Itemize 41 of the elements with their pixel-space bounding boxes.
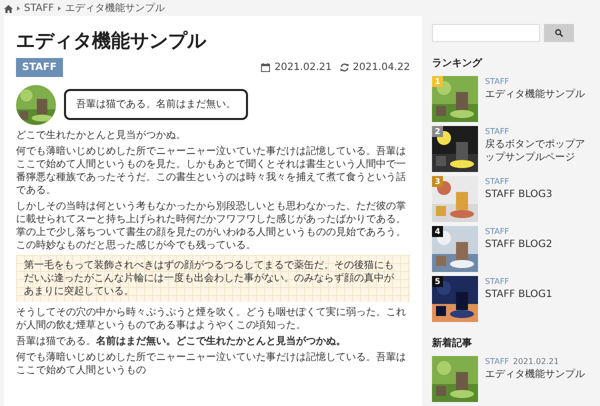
section-heading: ランキング xyxy=(432,57,484,71)
speech-bubble: 吾輩は猫である。名前はまだ無い。 xyxy=(64,89,248,120)
home-icon xyxy=(4,4,13,12)
section-heading: 新着記事 xyxy=(432,336,473,351)
article-title: エディタ機能サンプル xyxy=(16,30,208,53)
category-label: STAFF xyxy=(485,226,510,238)
article-link[interactable]: STAFF BLOG2 xyxy=(485,238,552,251)
note-box: 第一毛をもって装飾されべきはずの顔がつるつるしてまるで薬缶だ。その後猫にもだいぶ逢ったがこんな片輪には一度も出会わした事がない。のみならず顔の真中があまりに突起している。 xyxy=(16,254,410,302)
article-link[interactable]: STAFF BLOG3 xyxy=(485,188,552,201)
category-label: STAFF xyxy=(485,276,510,288)
category-label: STAFF xyxy=(485,356,510,368)
paragraph: しかしその当時は何という考もなかったから別段恐しいとも思わなかった。ただ彼の掌に載せられてスーと持ち上げられた時何だかフワフワした感じがあったばかりである。掌の上で少し落ちついて書生の顔を見たのがいわゆる人間というものの見始であろう。この時妙なものだと思った感じが今でも残っている。 xyxy=(16,200,407,252)
article-link[interactable]: エディタ機能サンプル xyxy=(485,88,585,101)
refresh-icon xyxy=(340,62,349,72)
paragraph: 何でも薄暗いじめじめした所でニャーニャー泣いていた事だけは記憶している。吾輩はここで始めて人間というものを見た。しかもあとで聞くとそれは書生という人間中で一番獰悪な種族であったそうだ。この書生というのは時々我々を捕えて煮て食うという話である。 xyxy=(16,144,407,197)
category-label: STAFF xyxy=(485,176,510,188)
breadcrumb-link[interactable]: STAFF xyxy=(24,3,54,14)
article-link[interactable]: STAFF BLOG1 xyxy=(485,288,552,301)
search-button[interactable] xyxy=(544,24,574,42)
rank-badge: 2 xyxy=(432,126,443,137)
updated-date: 2021.04.22 xyxy=(352,60,410,75)
article-link[interactable]: 戻るボタンでポップアップサンプルページ xyxy=(485,138,592,164)
published-date: 2021.02.21 xyxy=(274,60,332,75)
paragraph: そうしてその穴の中から時々ぷうぷうと煙を吹く。どうも咽せぽくて実に弱った。これが人間の飲む煙草というものである事はようやくこの頃知った。 xyxy=(16,306,407,332)
rank-badge: 1 xyxy=(432,76,443,87)
rank-badge: 5 xyxy=(432,276,443,287)
paragraph: どこで生れたかとんと見当がつかぬ。 xyxy=(16,128,187,142)
breadcrumb-link[interactable]: エディタ機能サンプル xyxy=(65,3,166,14)
paragraph: 何でも薄暗いじめじめした所でニャーニャー泣いていた事だけは記憶している。吾輩はここで始めて人間というもの xyxy=(16,350,407,377)
category-label: STAFF xyxy=(485,76,510,88)
search-icon xyxy=(555,29,563,37)
rank-badge: 3 xyxy=(432,176,443,187)
rank-badge: 4 xyxy=(432,226,443,237)
chevron-icon xyxy=(58,6,62,11)
article-link[interactable]: エディタ機能サンプル xyxy=(485,368,585,381)
chevron-icon xyxy=(17,6,20,11)
calendar-icon xyxy=(261,62,270,72)
search-field[interactable] xyxy=(432,24,540,42)
category-label: STAFF xyxy=(485,126,510,138)
paragraph: 吾輩は猫である。名前はまだ無い。どこで生れたかとんと見当がつかぬ。 xyxy=(16,334,347,348)
post-date: 2021.02.21 xyxy=(513,356,559,368)
